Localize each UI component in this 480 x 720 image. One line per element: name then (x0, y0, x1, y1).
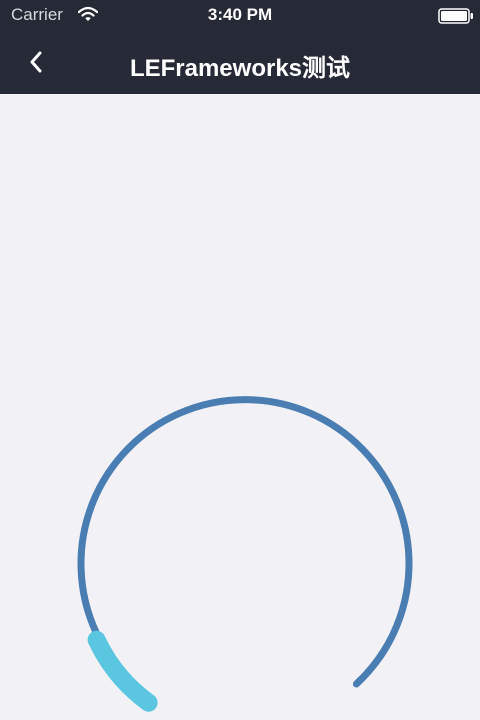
gauge-progress-arc (87, 630, 158, 712)
progress-gauge (77, 396, 413, 712)
status-time: 3:40 PM (207, 5, 273, 24)
gauge-track (77, 396, 413, 688)
page-title: LEFrameworks测试 (129, 55, 351, 82)
navigation-bar: LEFrameworks测试 (0, 30, 480, 94)
app-screen: Carrier 3:40 PM LEFrameworks测试 (0, 0, 480, 720)
battery-icon (438, 8, 473, 24)
top-bar: Carrier 3:40 PM LEFrameworks测试 (0, 0, 480, 94)
status-bar: Carrier 3:40 PM (0, 0, 480, 30)
content-area (0, 94, 480, 720)
